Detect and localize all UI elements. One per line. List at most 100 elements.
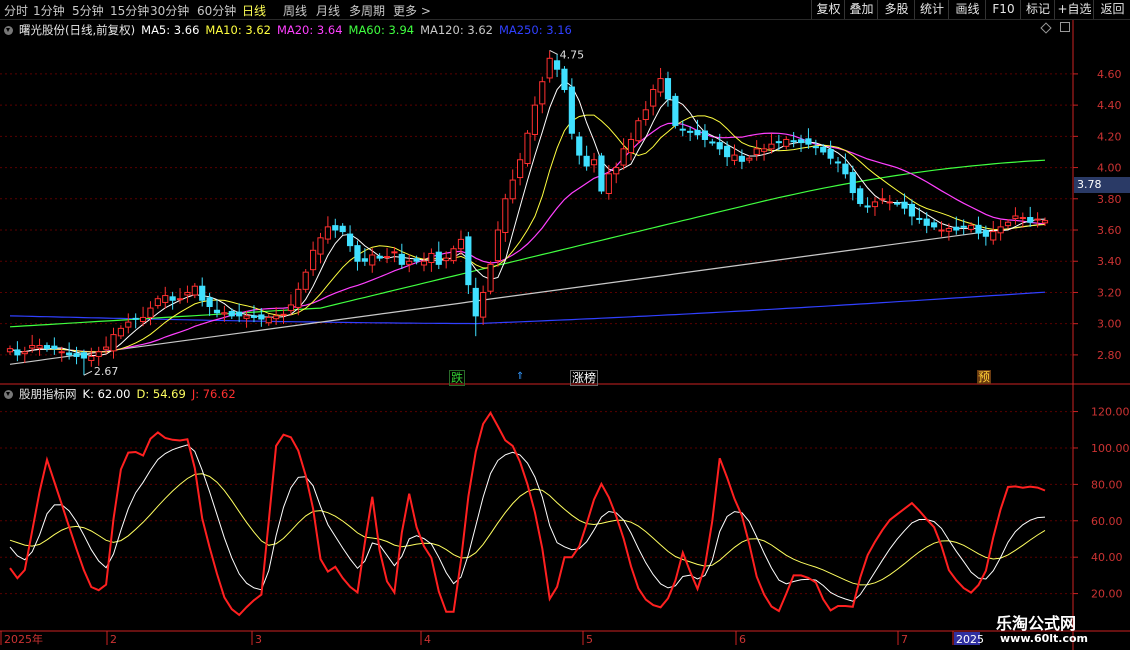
candle-body xyxy=(620,148,627,166)
candle-body xyxy=(125,321,132,328)
candle-body xyxy=(842,163,849,175)
price-tick-label: 3.20 xyxy=(1097,286,1122,299)
candle-body xyxy=(1034,218,1041,221)
candle-body xyxy=(879,198,886,201)
x-tick-label: 5 xyxy=(586,633,593,646)
candle-body xyxy=(1019,217,1026,220)
candle-body xyxy=(14,349,21,356)
candle-body xyxy=(894,202,901,205)
candle-body xyxy=(753,148,760,155)
chart-canvas[interactable]: 2.80 3.00 3.20 3.40 3.60 3.80 4.00 4.20 4.40 4.60… xyxy=(0,0,1130,650)
candle-body xyxy=(687,130,694,133)
candle-body xyxy=(827,148,834,159)
event-marker-arrow[interactable]: ⇑ xyxy=(515,370,525,384)
candle-body xyxy=(243,315,250,319)
candle-body xyxy=(709,141,716,144)
candle-body xyxy=(406,260,413,265)
candle-body xyxy=(332,225,339,231)
price-tick-label: 2.80 xyxy=(1097,349,1122,362)
kdj-tick-label: 40.00 xyxy=(1091,551,1123,564)
candle-body xyxy=(487,263,494,292)
candle-body xyxy=(480,291,487,318)
candle-body xyxy=(650,89,657,107)
x-tick-label: 2025 xyxy=(956,633,984,646)
annotation-label: 2.67 xyxy=(94,365,119,378)
event-marker-fall[interactable]: 跌 xyxy=(449,370,466,386)
candle-body xyxy=(901,201,908,209)
candle-body xyxy=(701,130,709,140)
candle-body xyxy=(43,345,51,350)
candle-body xyxy=(73,353,80,357)
candle-body xyxy=(590,159,598,166)
candle-body xyxy=(29,345,36,349)
candle-body xyxy=(465,236,472,286)
candle-body xyxy=(931,222,938,228)
candle-body xyxy=(51,345,58,350)
candle-body xyxy=(724,145,731,158)
candle-body xyxy=(886,201,893,204)
candle-body xyxy=(553,60,561,70)
candle-body xyxy=(583,155,590,167)
candle-body xyxy=(938,229,945,232)
candle-body xyxy=(990,231,997,241)
candle-body xyxy=(110,334,117,352)
annotation-leader xyxy=(549,50,558,55)
candle-body xyxy=(731,154,738,161)
candle-body xyxy=(864,205,871,208)
annotation-leader xyxy=(83,370,93,376)
candle-body xyxy=(117,327,124,337)
candle-body xyxy=(103,346,110,350)
candle-body xyxy=(6,348,14,353)
candle-body xyxy=(280,313,287,316)
candle-body xyxy=(369,254,376,266)
candle-body xyxy=(398,253,405,265)
candle-body xyxy=(1012,215,1019,219)
watermark-title: 乐淘公式网 xyxy=(996,614,1077,633)
candle-body xyxy=(80,352,88,359)
candle-body xyxy=(738,155,745,162)
candle-body xyxy=(576,136,583,156)
candle-body xyxy=(923,218,930,226)
candle-body xyxy=(975,224,982,234)
candle-body xyxy=(1004,221,1012,227)
candle-body xyxy=(413,258,420,262)
kdj-tick-label: 20.00 xyxy=(1091,588,1123,601)
candle-body xyxy=(95,351,102,357)
candle-body xyxy=(834,161,842,164)
candle-body xyxy=(679,128,686,131)
watermark-url: www.60lt.com xyxy=(1000,632,1089,645)
candle-body xyxy=(1041,220,1049,224)
candle-body xyxy=(265,316,272,324)
kdj-tick-label: 120.00 xyxy=(1091,406,1130,419)
candle-body xyxy=(206,297,213,308)
annotation-label: 4.75 xyxy=(560,48,585,61)
candle-body xyxy=(982,230,989,237)
candle-body xyxy=(191,285,198,296)
candle-body xyxy=(805,138,812,145)
kdj-tick-label: 60.00 xyxy=(1091,515,1123,528)
candle-body xyxy=(768,143,775,150)
x-tick-label: 3 xyxy=(255,633,262,646)
candle-body xyxy=(953,226,960,231)
x-tick-label: 6 xyxy=(739,633,746,646)
candle-body xyxy=(472,287,479,317)
candle-body xyxy=(213,309,221,314)
candle-body xyxy=(494,229,502,262)
candle-body xyxy=(960,225,967,228)
candle-body xyxy=(66,352,73,356)
candle-body xyxy=(302,271,309,290)
candle-body xyxy=(598,155,605,192)
candle-body xyxy=(642,109,649,120)
event-marker-forecast[interactable]: 预 xyxy=(977,370,992,384)
candle-body xyxy=(672,95,679,126)
event-marker-list[interactable]: 涨榜 xyxy=(570,370,599,386)
kdj-d-line xyxy=(9,473,1046,586)
candle-body xyxy=(664,78,672,100)
candle-body xyxy=(561,68,568,91)
x-tick-label: 2 xyxy=(110,633,117,646)
candle-body xyxy=(199,285,206,301)
candle-body xyxy=(760,148,768,152)
candle-body xyxy=(783,138,790,147)
candle-body xyxy=(871,201,879,208)
price-tick-label: 3.80 xyxy=(1097,193,1122,206)
